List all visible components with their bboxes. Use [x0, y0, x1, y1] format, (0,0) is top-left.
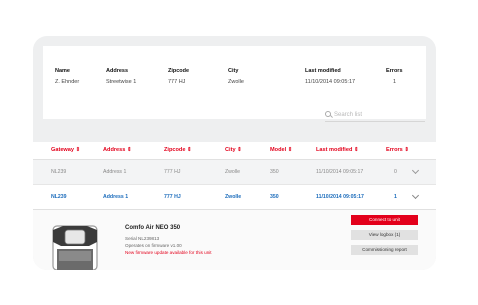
unit-detail-panel: Comfo Air NEO 350 Serial NL239813 Operat… — [33, 210, 436, 270]
column-label-gateway: Gateway — [51, 147, 75, 153]
summary-header-last-modified: Last modified — [305, 68, 341, 74]
summary-value-name: Z. Ehnder — [55, 79, 80, 85]
sort-icon: ⇕ — [404, 147, 410, 153]
table-row-selected[interactable]: NL239 Address 1 777 HJ Zwolle 350 11/10/… — [33, 185, 436, 210]
cell-model: 350 — [270, 194, 279, 200]
column-header-city[interactable]: City ⇕ — [225, 147, 242, 153]
cell-address: Address 1 — [103, 169, 127, 175]
summary-header-errors: Errors — [386, 68, 403, 74]
cell-errors: 1 — [394, 194, 397, 200]
unit-firmware: Operates on firmware v1.00 — [125, 243, 182, 248]
summary-header-name: Name — [55, 68, 70, 74]
summary-zipcode: Zipcode 777 HJ — [168, 68, 189, 85]
column-header-gateway[interactable]: Gateway ⇕ — [51, 147, 80, 153]
summary-header-zipcode: Zipcode — [168, 68, 190, 74]
ventilation-unit-image — [52, 225, 98, 270]
column-label-last-modified: Last modified — [316, 147, 353, 153]
column-header-address[interactable]: Address ⇕ — [103, 147, 132, 153]
summary-value-city: Zwolle — [228, 79, 244, 85]
unit-serial: Serial NL239813 — [125, 236, 160, 241]
sort-icon: ⇕ — [75, 147, 81, 153]
summary-last-modified: Last modified 11/10/2014 09:05:17 — [305, 68, 355, 85]
firmware-update-warning: New firmware update available for this u… — [125, 250, 212, 255]
column-header-zipcode[interactable]: Zipcode ⇕ — [164, 147, 192, 153]
view-logbook-button[interactable]: View logbox (1) — [351, 230, 418, 240]
column-header-model[interactable]: Model ⇕ — [270, 147, 292, 153]
commissioning-report-button[interactable]: Commissioning report — [351, 245, 418, 255]
summary-value-zipcode: 777 HJ — [168, 79, 186, 85]
summary-header-city: City — [228, 68, 239, 74]
table-row[interactable]: NL239 Address 1 777 HJ Zwolle 350 11/10/… — [33, 160, 436, 185]
cell-last-modified: 11/10/2014 09:05:17 — [316, 194, 364, 200]
column-label-city: City — [225, 147, 236, 153]
summary-value-address: Streetwise 1 — [106, 79, 137, 85]
cell-city: Zwolle — [225, 194, 242, 200]
column-header-errors[interactable]: Errors ⇕ — [386, 147, 409, 153]
unit-model-name: Comfo Air NEO 350 — [125, 225, 181, 231]
summary-address: Address Streetwise 1 — [106, 68, 136, 85]
column-label-errors: Errors — [386, 147, 403, 153]
unit-summary-card: Name Z. Ehnder Address Streetwise 1 Zipc… — [43, 46, 426, 119]
sort-icon: ⇕ — [287, 147, 293, 153]
summary-city: City Zwolle — [228, 68, 244, 85]
sort-icon: ⇕ — [187, 147, 192, 153]
cell-errors: 0 — [394, 169, 397, 175]
summary-name: Name Z. Ehnder — [55, 68, 79, 85]
column-label-model: Model — [270, 147, 287, 153]
search-input[interactable]: Search list — [325, 110, 425, 122]
summary-value-errors: 1 — [393, 79, 397, 85]
column-header-last-modified[interactable]: Last modified ⇕ — [316, 147, 359, 153]
search-placeholder: Search list — [334, 112, 363, 118]
cell-gateway: NL239 — [51, 194, 67, 200]
column-label-address: Address — [103, 147, 126, 153]
summary-header-address: Address — [106, 68, 129, 74]
cell-city: Zwolle — [225, 169, 240, 175]
chevron-down-icon[interactable] — [411, 166, 420, 175]
sort-icon: ⇕ — [353, 147, 359, 153]
search-icon — [325, 111, 331, 117]
sort-icon: ⇕ — [237, 147, 242, 153]
sort-icon: ⇕ — [126, 147, 132, 153]
connect-to-unit-button[interactable]: Connect to unit — [351, 215, 418, 225]
cell-gateway: NL239 — [51, 169, 67, 175]
chevron-down-icon[interactable] — [411, 191, 420, 200]
summary-errors: Errors 1 — [386, 68, 403, 85]
cell-zipcode: 777 HJ — [164, 194, 181, 200]
cell-address: Address 1 — [103, 194, 129, 200]
column-label-zipcode: Zipcode — [164, 147, 186, 153]
cell-model: 350 — [270, 169, 279, 175]
table-header: Gateway ⇕ Address ⇕ Zipcode ⇕ City ⇕ Mod… — [33, 142, 436, 160]
cell-last-modified: 11/10/2014 09:05:17 — [316, 169, 364, 175]
summary-value-last-modified: 11/10/2014 09:05:17 — [305, 79, 356, 85]
cell-zipcode: 777 HJ — [164, 169, 181, 175]
app-panel: Name Z. Ehnder Address Streetwise 1 Zipc… — [33, 36, 436, 270]
